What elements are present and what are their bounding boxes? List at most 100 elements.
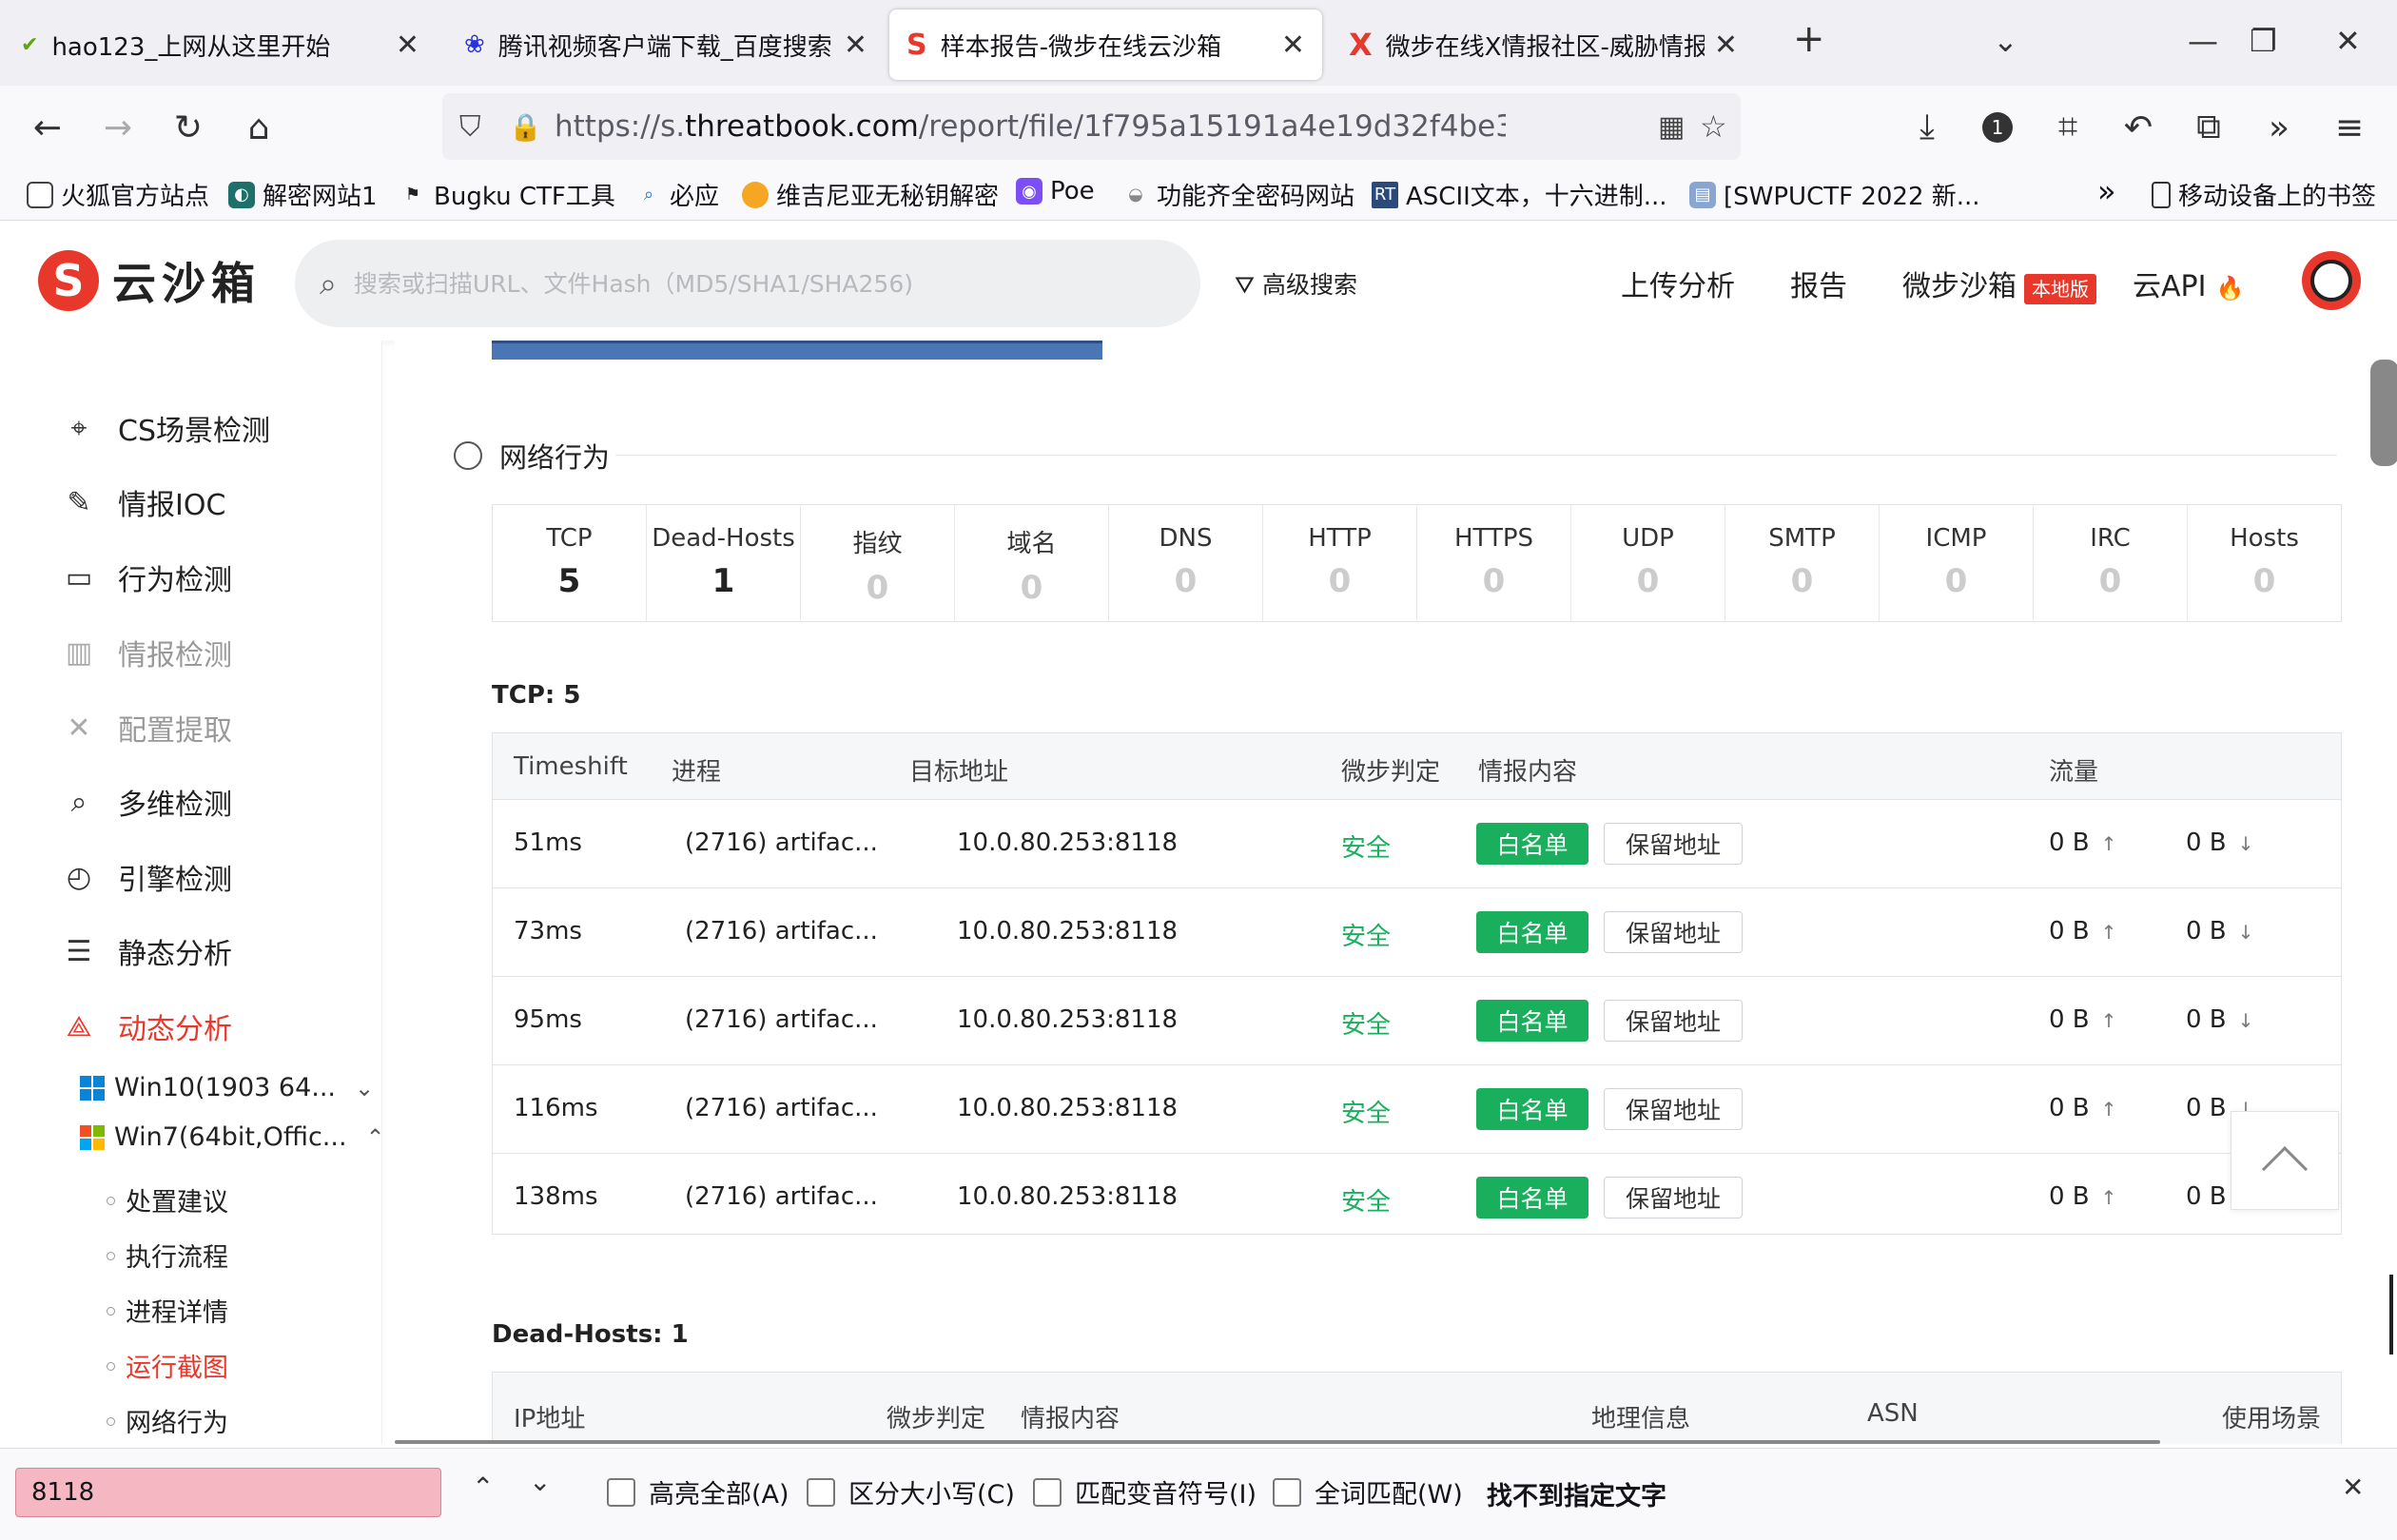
bookmark-item[interactable]: 维吉尼亚无秘钥解密	[742, 177, 999, 212]
horizontal-scrollbar[interactable]	[395, 1440, 2160, 1444]
search-input[interactable]	[353, 269, 1162, 298]
whitelist-tag[interactable]: 白名单	[1476, 1177, 1588, 1218]
stat-irc[interactable]: IRC 0	[2034, 505, 2188, 621]
stat-udp[interactable]: UDP 0	[1571, 505, 1725, 621]
nav-api[interactable]: 云API 🔥	[2133, 263, 2244, 304]
stat-https[interactable]: HTTPS 0	[1417, 505, 1571, 621]
overflow-chevron-icon[interactable]: »	[2254, 103, 2304, 152]
dest-address[interactable]: 10.0.80.253:8118	[957, 1005, 1178, 1034]
crop-icon[interactable]: ⌗	[2043, 103, 2093, 152]
tab-hao123[interactable]: ✔ hao123_上网从这里开始 ✕	[4, 10, 437, 80]
sidebar-item-ioc[interactable]: ✎ 情报IOC	[61, 481, 225, 523]
find-next-chevron-down-icon[interactable]: ⌄	[529, 1466, 551, 1497]
env-win10[interactable]: Win10(1903 64... ⌄	[80, 1073, 374, 1102]
stat-fingerprint[interactable]: 指纹 0	[801, 505, 955, 621]
tab-threatbook[interactable]: S 样本报告-微步在线云沙箱 ✕	[889, 10, 1322, 80]
leaf-process[interactable]: 进程详情	[107, 1292, 228, 1329]
stat-icmp[interactable]: ICMP 0	[1880, 505, 2034, 621]
leaf-advice[interactable]: 处置建议	[107, 1181, 228, 1218]
stat-domain[interactable]: 域名 0	[955, 505, 1109, 621]
mobile-bookmarks[interactable]: 移动设备上的书签	[2152, 177, 2376, 212]
advanced-search-link[interactable]: ⛛ 高级搜索	[1235, 266, 1357, 301]
undo-icon[interactable]: ↶	[2114, 103, 2163, 152]
sidebar-item-behavior[interactable]: ▭ 行为检测	[61, 556, 232, 598]
env-win7[interactable]: Win7(64bit,Offic...⌃	[80, 1122, 381, 1152]
forward-button[interactable]: →	[93, 103, 143, 152]
reserved-address-tag[interactable]: 保留地址	[1604, 1177, 1743, 1218]
sidebar-item-intel[interactable]: ▥ 情报检测	[61, 632, 232, 673]
find-previous-chevron-up-icon[interactable]: ⌃	[472, 1472, 494, 1503]
nav-upload[interactable]: 上传分析	[1621, 263, 1735, 304]
reserved-address-tag[interactable]: 保留地址	[1604, 911, 1743, 953]
process-link[interactable]: (2716) artifac...	[685, 1094, 878, 1122]
close-find-bar-icon[interactable]: ✕	[2342, 1472, 2364, 1503]
sidebar-item-cs-scene[interactable]: ⌖ CS场景检测	[61, 407, 270, 449]
lock-icon[interactable]: 🔒	[509, 111, 542, 143]
new-tab-button[interactable]: +	[1793, 17, 1825, 61]
whitelist-tag[interactable]: 白名单	[1476, 823, 1588, 865]
bookmark-item[interactable]: 火狐官方站点	[27, 177, 209, 212]
leaf-flow[interactable]: 执行流程	[107, 1237, 228, 1274]
process-link[interactable]: (2716) artifac...	[685, 1005, 878, 1034]
url-bar[interactable]: ⛉ 🔒 https://s.threatbook.com/report/file…	[442, 93, 1741, 160]
nav-sandbox[interactable]: 微步沙箱 本地版	[1902, 263, 2096, 304]
whitelist-tag[interactable]: 白名单	[1476, 1000, 1588, 1042]
download-icon[interactable]: ⤓	[1902, 103, 1952, 152]
bookmark-item[interactable]: ◐ 解密网站1	[228, 177, 378, 212]
stat-http[interactable]: HTTP 0	[1263, 505, 1417, 621]
stat-hosts[interactable]: Hosts 0	[2188, 505, 2341, 621]
highlight-all-checkbox[interactable]: 高亮全部(A)	[607, 1473, 789, 1511]
process-link[interactable]: (2716) artifac...	[685, 1182, 878, 1211]
extensions-icon[interactable]: ⧉	[2184, 103, 2233, 152]
process-link[interactable]: (2716) artifac...	[685, 917, 878, 945]
url-text[interactable]: https://s.threatbook.com/report/file/1f7…	[555, 109, 1506, 144]
bookmark-item[interactable]: ▤ [SWPUCTF 2022 新...	[1689, 177, 1980, 212]
bookmark-star-icon[interactable]: ☆	[1700, 108, 1727, 145]
bookmark-item[interactable]: ◒ 功能齐全密码网站	[1122, 177, 1354, 212]
close-icon[interactable]: ✕	[844, 29, 867, 62]
bookmarks-overflow-chevron-icon[interactable]: »	[2097, 173, 2116, 209]
dest-address[interactable]: 10.0.80.253:8118	[957, 1094, 1178, 1122]
find-input[interactable]	[15, 1468, 441, 1517]
site-logo[interactable]: S 云沙箱	[38, 249, 261, 312]
close-icon[interactable]: ✕	[396, 29, 419, 62]
dest-address[interactable]: 10.0.80.253:8118	[957, 828, 1178, 857]
reserved-address-tag[interactable]: 保留地址	[1604, 1000, 1743, 1042]
whole-words-checkbox[interactable]: 全词匹配(W)	[1273, 1473, 1463, 1511]
leaf-screenshot[interactable]: 运行截图	[107, 1347, 228, 1384]
match-case-checkbox[interactable]: 区分大小写(C)	[807, 1473, 1015, 1511]
menu-icon[interactable]: ≡	[2325, 103, 2374, 152]
stat-dns[interactable]: DNS 0	[1109, 505, 1263, 621]
qr-code-icon[interactable]: ▦	[1658, 110, 1685, 144]
sidebar-item-multi[interactable]: ⌕ 多维检测	[61, 781, 232, 823]
dest-address[interactable]: 10.0.80.253:8118	[957, 1182, 1178, 1211]
minimize-button[interactable]: —	[2188, 23, 2218, 59]
nav-report[interactable]: 报告	[1790, 263, 1847, 304]
sidebar-item-static[interactable]: ☰ 静态分析	[61, 930, 232, 972]
search-box[interactable]: ⌕	[295, 240, 1200, 327]
restore-button[interactable]: ❐	[2250, 23, 2277, 59]
home-button[interactable]: ⌂	[234, 103, 283, 152]
bookmark-item[interactable]: ⌕ 必应	[635, 177, 719, 212]
sidebar-item-dynamic[interactable]: ⟁ 动态分析	[61, 1005, 232, 1047]
notification-badge[interactable]: 1	[1973, 103, 2022, 152]
close-icon[interactable]: ✕	[1714, 29, 1738, 62]
sidebar-item-engine[interactable]: ◴ 引擎检测	[61, 856, 232, 898]
stat-dead-hosts[interactable]: Dead-Hosts 1	[647, 505, 801, 621]
window-close-button[interactable]: ✕	[2335, 23, 2361, 59]
bookmark-item[interactable]: ◉ Poe	[1016, 177, 1095, 205]
bookmark-item[interactable]: RT ASCII文本，十六进制...	[1372, 177, 1667, 212]
back-to-top-button[interactable]	[2231, 1111, 2339, 1210]
shield-icon[interactable]: ⛉	[459, 110, 481, 144]
stat-smtp[interactable]: SMTP 0	[1725, 505, 1880, 621]
reload-button[interactable]: ↻	[164, 103, 213, 152]
process-link[interactable]: (2716) artifac...	[685, 828, 878, 857]
side-panel-handle[interactable]	[2370, 360, 2397, 466]
back-button[interactable]: ←	[23, 103, 72, 152]
sidebar-item-config[interactable]: ✕ 配置提取	[61, 707, 232, 749]
whitelist-tag[interactable]: 白名单	[1476, 1088, 1588, 1130]
reserved-address-tag[interactable]: 保留地址	[1604, 823, 1743, 865]
vertical-scrollbar[interactable]	[2389, 1275, 2393, 1355]
avatar[interactable]	[2302, 251, 2361, 310]
list-tabs-chevron-icon[interactable]: ⌄	[1993, 23, 2018, 59]
